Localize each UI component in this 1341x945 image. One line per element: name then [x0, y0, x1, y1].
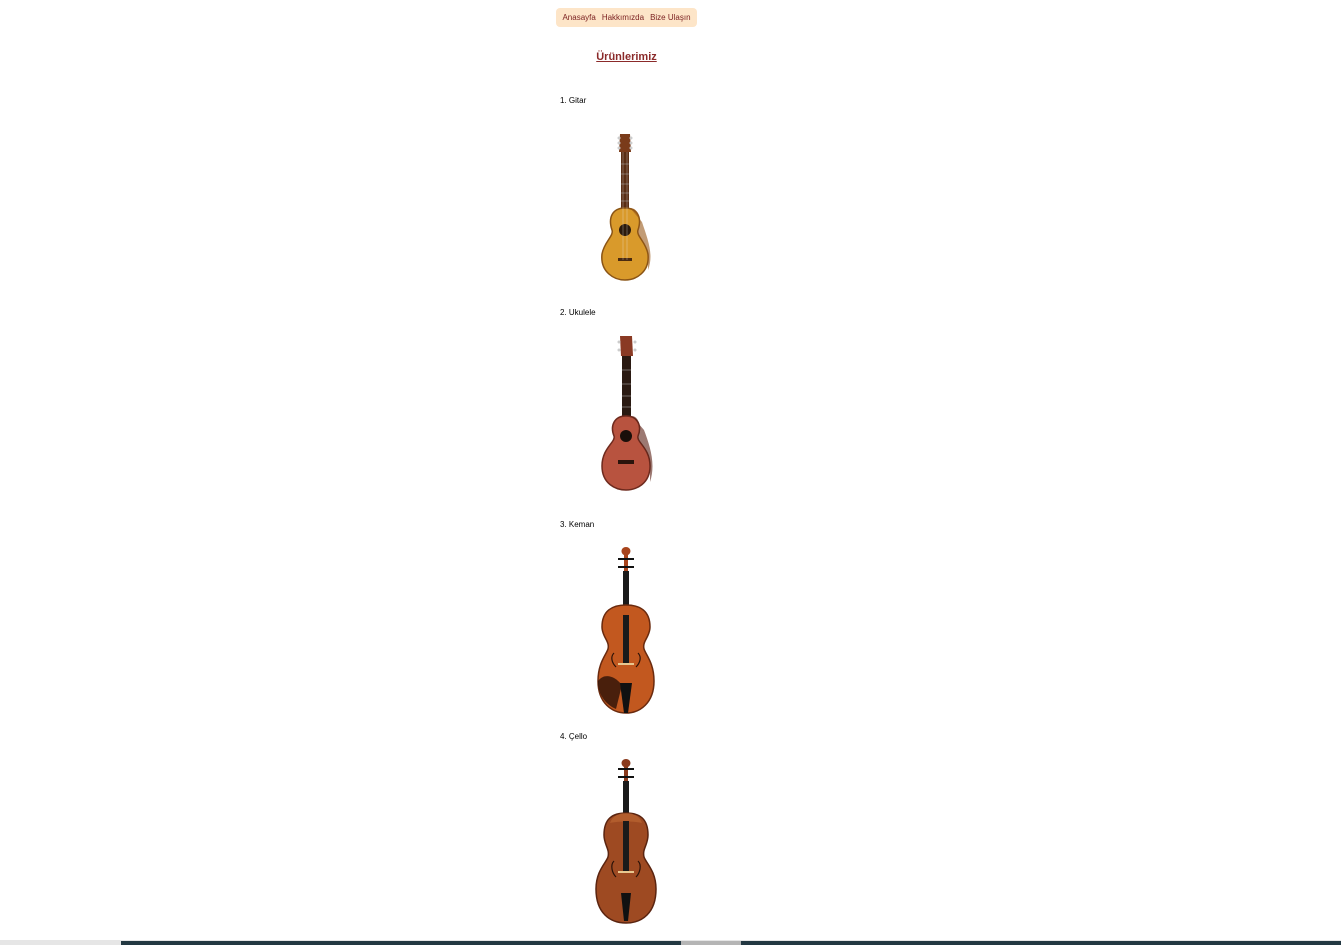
scrollbar-track-right: [741, 941, 1341, 945]
page-title: Ürünlerimiz: [596, 51, 657, 63]
nav-link-contact[interactable]: Bize Ulaşın: [650, 13, 690, 22]
product-label-cello: 4. Çello: [560, 732, 588, 741]
product-label-guitar: 1. Gitar: [560, 96, 587, 105]
top-navigation: Anasayfa Hakkımızda Bize Ulaşın: [556, 8, 697, 27]
guitar-image: [601, 134, 651, 281]
horizontal-scrollbar[interactable]: [0, 940, 1341, 945]
violin-image: [597, 547, 655, 714]
product-label-ukulele: 2. Ukulele: [560, 308, 596, 317]
ukulele-image: [601, 336, 653, 491]
scrollbar-track-left: [121, 941, 681, 945]
scrollbar-thumb[interactable]: [681, 941, 741, 945]
nav-link-home[interactable]: Anasayfa: [562, 13, 595, 22]
product-label-violin: 3. Keman: [560, 520, 595, 529]
nav-link-about[interactable]: Hakkımızda: [602, 13, 644, 22]
cello-image: [595, 759, 657, 924]
